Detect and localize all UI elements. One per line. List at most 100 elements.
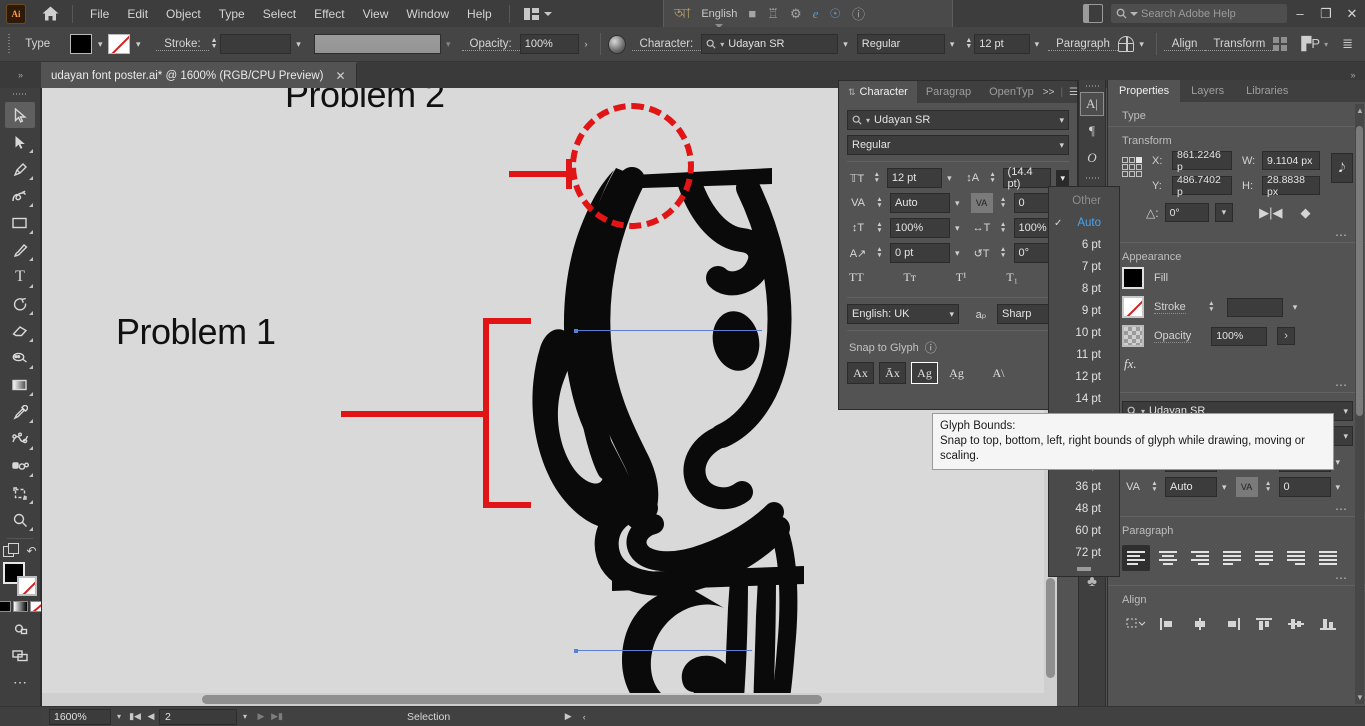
font-family-field[interactable]: ▾ Udayan SR [701,34,839,54]
character-label[interactable]: Character: [631,38,702,51]
size-option-14pt[interactable]: 14 pt [1049,388,1119,410]
scroll-up-icon[interactable]: ▲ [1356,106,1364,115]
font-size-dropdown-icon[interactable]: ▾ [1030,34,1045,54]
pen-tool[interactable] [5,156,35,182]
angle-field[interactable]: 0° [1164,203,1209,222]
cp-vertical-scale-value[interactable]: 100% [890,218,950,238]
align-horizontal-center-icon[interactable] [1186,613,1214,635]
cp-kerning-value[interactable]: Auto [890,193,950,213]
rail-grip[interactable] [1085,83,1099,89]
shaper-tool[interactable] [5,345,35,371]
size-option-9pt[interactable]: 9 pt [1049,300,1119,322]
zoom-tool[interactable] [5,507,35,533]
font-size-stepper[interactable]: ▲▼ [872,168,882,188]
tools-grip[interactable] [13,91,27,98]
size-option-8pt[interactable]: 8 pt [1049,278,1119,300]
menu-type[interactable]: Type [210,3,254,25]
close-icon[interactable]: ✕ [335,69,345,83]
snap-to-glyph-bounds-button[interactable]: Ag [911,362,938,384]
character-rotation-stepper[interactable]: ▲ ▼ [998,243,1009,263]
justify-last-center-button[interactable] [1250,545,1278,571]
menu-edit[interactable]: Edit [118,3,157,25]
character-panel-icon[interactable]: A| [1080,92,1104,116]
cp-font-size-value[interactable]: 12 pt [886,168,943,188]
font-size-dropdown-icon[interactable]: ▾ [947,173,952,184]
stroke-color-swatch[interactable] [17,576,37,596]
cp-font-style-field[interactable]: Regular ▾ [847,135,1069,155]
stroke-swatch[interactable] [1122,296,1144,318]
opacity-field[interactable]: 100% [519,34,579,54]
keyboard-icon[interactable]: ■ [748,6,756,21]
cp-leading-value[interactable]: (14.4 pt) [1002,166,1052,190]
align-right-edges-icon[interactable] [1218,613,1246,635]
first-artboard-button[interactable]: ▮◀ [127,708,143,726]
justify-last-right-button[interactable] [1282,545,1310,571]
font-size-stepper[interactable]: ▲▼ [963,34,974,54]
minimize-button[interactable]: – [1287,0,1313,27]
size-option-60pt[interactable]: 60 pt [1049,520,1119,542]
stroke-weight-dropdown-icon[interactable]: ▾ [291,34,306,54]
eraser-tool[interactable] [5,318,35,344]
paragraph-label[interactable]: Paragraph [1048,38,1118,51]
align-left-button[interactable] [1122,545,1150,571]
size-option-11pt[interactable]: 11 pt [1049,344,1119,366]
menu-object[interactable]: Object [157,3,210,25]
align-label[interactable]: Align [1163,38,1206,51]
size-option-7pt[interactable]: 7 pt [1049,256,1119,278]
recolor-artwork-icon[interactable] [608,34,626,54]
align-top-edges-icon[interactable] [1250,613,1278,635]
tab-layers[interactable]: Layers [1180,80,1235,102]
canvas-horizontal-scrollbar[interactable] [42,693,1057,706]
control-bar-grip[interactable] [6,34,14,54]
properties-scrollbar[interactable]: ▲ ▼ [1355,104,1364,704]
zoom-level-field[interactable]: 1600% [49,708,111,725]
y-field[interactable]: 486.7402 p [1172,174,1232,198]
justify-all-button[interactable] [1314,545,1342,571]
size-option-6pt[interactable]: 6 pt [1049,234,1119,256]
align-center-button[interactable] [1154,545,1182,571]
stroke-label[interactable]: Stroke: [156,38,209,51]
flip-vertical-icon[interactable]: ◆ [1300,205,1310,221]
tab-character[interactable]: ⇅ Character [839,81,917,103]
flip-horizontal-icon[interactable]: ▶|◀ [1259,205,1282,221]
font-style-dropdown-icon[interactable]: ▾ [945,34,960,54]
h-field[interactable]: 28.8838 px [1262,174,1320,198]
paragraph-panel-icon[interactable]: ¶ [1080,119,1104,143]
tab-properties[interactable]: Properties [1108,80,1181,102]
tracking-stepper[interactable]: ▲ ▼ [1263,477,1274,497]
stroke-weight-stepper[interactable]: ▲ ▼ [209,34,220,54]
leading-dropdown-icon[interactable]: ▾ [1056,169,1069,187]
kerning-stepper[interactable]: ▲ ▼ [1149,477,1160,497]
opacity-field[interactable]: 100% [1211,326,1268,346]
gradient-tool[interactable] [5,372,35,398]
rectangle-tool[interactable] [5,210,35,236]
next-artboard-button[interactable]: ▶ [253,708,269,726]
all-caps-icon[interactable]: TT [849,270,864,285]
menu-view[interactable]: View [354,3,398,25]
tab-opentype[interactable]: OpenTyp [980,81,1043,103]
zoom-dropdown-icon[interactable]: ▾ [111,709,127,725]
font-family-dropdown-icon[interactable]: ▾ [1343,406,1348,417]
screen-mode-icon[interactable] [5,615,35,641]
pp-tracking-value[interactable]: 0 [1278,477,1331,497]
font-style-dropdown-icon[interactable]: ▾ [1059,140,1064,151]
curvature-tool[interactable] [5,183,35,209]
stroke-weight-field[interactable] [1226,297,1283,317]
browser-icon[interactable]: e [813,6,819,22]
tracking-dropdown-icon[interactable]: ▾ [1336,482,1341,493]
blend-tool[interactable] [5,426,35,452]
fill-swatch[interactable] [70,34,93,54]
stroke-profile-field[interactable] [313,34,441,54]
size-option-72pt[interactable]: 72 pt [1049,542,1119,564]
reference-point-selector[interactable] [1122,157,1144,179]
cp-baseline-shift-value[interactable]: 0 pt [890,243,950,263]
stroke-dropdown-icon[interactable]: ▾ [130,34,146,54]
help-icon[interactable]: ☉ [829,6,841,22]
snap-to-cap-height-button[interactable]: Āx [879,362,906,384]
size-option-10pt[interactable]: 10 pt [1049,322,1119,344]
stroke-weight-dropdown-icon[interactable]: ▾ [1293,302,1298,313]
opacity-label[interactable]: Opacity [1154,330,1192,343]
w-field[interactable]: 9.1104 px [1262,151,1320,170]
opacity-label[interactable]: Opacity: [461,38,520,51]
align-right-button[interactable] [1186,545,1214,571]
